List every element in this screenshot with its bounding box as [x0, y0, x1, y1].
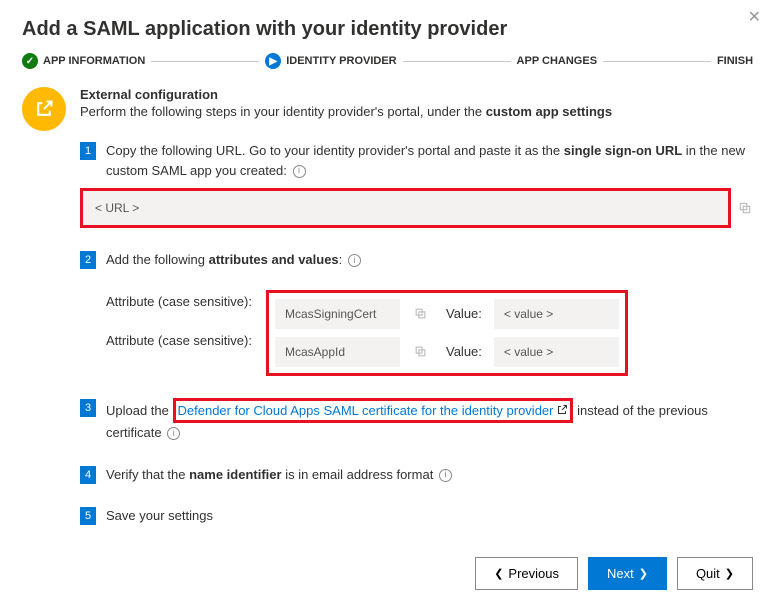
value-label: Value: — [446, 342, 482, 362]
section-title: External configuration — [80, 87, 753, 102]
attribute-value-input-1[interactable] — [494, 299, 619, 329]
certificate-link-highlight: Defender for Cloud Apps SAML certificate… — [173, 398, 574, 424]
button-label: Previous — [508, 566, 559, 581]
instruction-step-4: 4 Verify that the name identifier is in … — [80, 465, 753, 485]
certificate-download-link[interactable]: Defender for Cloud Apps SAML certificate… — [178, 401, 554, 421]
wizard-stepper: ✓ APP INFORMATION ▶ IDENTITY PROVIDER AP… — [22, 53, 753, 69]
instruction-step-1: 1 Copy the following URL. Go to your ide… — [80, 141, 753, 228]
section-description: Perform the following steps in your iden… — [80, 104, 753, 119]
copy-icon[interactable] — [737, 200, 753, 216]
next-button[interactable]: Next ❯ — [588, 557, 667, 590]
instruction-step-2: 2 Add the following attributes and value… — [80, 250, 753, 376]
chevron-left-icon: ❮ — [494, 567, 503, 580]
step-text: Save your settings — [106, 506, 753, 526]
step-divider — [403, 61, 511, 62]
step-label: FINISH — [717, 55, 753, 67]
attributes-highlight: Value: Value: — [266, 290, 628, 376]
value-label: Value: — [446, 304, 482, 324]
info-icon[interactable]: i — [439, 469, 452, 482]
step-text-pre: Add the following — [106, 252, 209, 267]
section-desc-text: Perform the following steps in your iden… — [80, 104, 486, 119]
copy-icon[interactable] — [412, 306, 428, 322]
step-text-post: : — [339, 252, 343, 267]
step-number: 1 — [80, 142, 96, 160]
attribute-label: Attribute (case sensitive): — [106, 331, 266, 351]
button-label: Quit — [696, 566, 720, 581]
step-label: APP INFORMATION — [43, 55, 145, 67]
step-number: 2 — [80, 251, 96, 269]
step-app-changes: APP CHANGES — [517, 55, 597, 67]
step-finish: FINISH — [717, 55, 753, 67]
copy-icon[interactable] — [412, 344, 428, 360]
info-icon[interactable]: i — [348, 254, 361, 267]
instruction-step-5: 5 Save your settings — [80, 506, 753, 526]
check-icon: ✓ — [22, 53, 38, 69]
attribute-label: Attribute (case sensitive): — [106, 292, 266, 312]
step-text-post: is in email address format — [282, 467, 434, 482]
quit-button[interactable]: Quit ❯ — [677, 557, 753, 590]
step-app-information: ✓ APP INFORMATION — [22, 53, 145, 69]
button-label: Next — [607, 566, 634, 581]
chevron-right-icon: ❯ — [639, 567, 648, 580]
external-config-icon — [22, 87, 66, 131]
step-text-bold: name identifier — [189, 467, 281, 482]
instruction-step-3: 3 Upload the Defender for Cloud Apps SAM… — [80, 398, 753, 443]
chevron-right-icon: ❯ — [725, 567, 734, 580]
attribute-name-input-1[interactable] — [275, 299, 400, 329]
info-icon[interactable]: i — [167, 427, 180, 440]
url-field[interactable]: < URL > — [80, 188, 731, 228]
attribute-value-input-2[interactable] — [494, 337, 619, 367]
info-icon[interactable]: i — [293, 165, 306, 178]
step-text-pre: Upload the — [106, 403, 173, 418]
step-label: IDENTITY PROVIDER — [286, 55, 396, 67]
previous-button[interactable]: ❮ Previous — [475, 557, 578, 590]
step-divider — [151, 61, 259, 62]
wizard-footer: ❮ Previous Next ❯ Quit ❯ — [475, 557, 753, 590]
step-text-bold: attributes and values — [209, 252, 339, 267]
step-identity-provider: ▶ IDENTITY PROVIDER — [265, 53, 396, 69]
attribute-name-input-2[interactable] — [275, 337, 400, 367]
close-button[interactable]: ✕ — [748, 10, 761, 26]
step-number: 4 — [80, 466, 96, 484]
step-text-pre: Copy the following URL. Go to your ident… — [106, 143, 564, 158]
step-number: 5 — [80, 507, 96, 525]
step-label: APP CHANGES — [517, 55, 597, 67]
external-link-icon — [556, 404, 568, 416]
section-desc-bold: custom app settings — [486, 104, 612, 119]
arrow-icon: ▶ — [265, 53, 281, 69]
step-text-pre: Verify that the — [106, 467, 189, 482]
step-number: 3 — [80, 399, 96, 417]
step-text-bold: single sign-on URL — [564, 143, 682, 158]
step-divider — [603, 61, 711, 62]
page-title: Add a SAML application with your identit… — [22, 18, 753, 41]
